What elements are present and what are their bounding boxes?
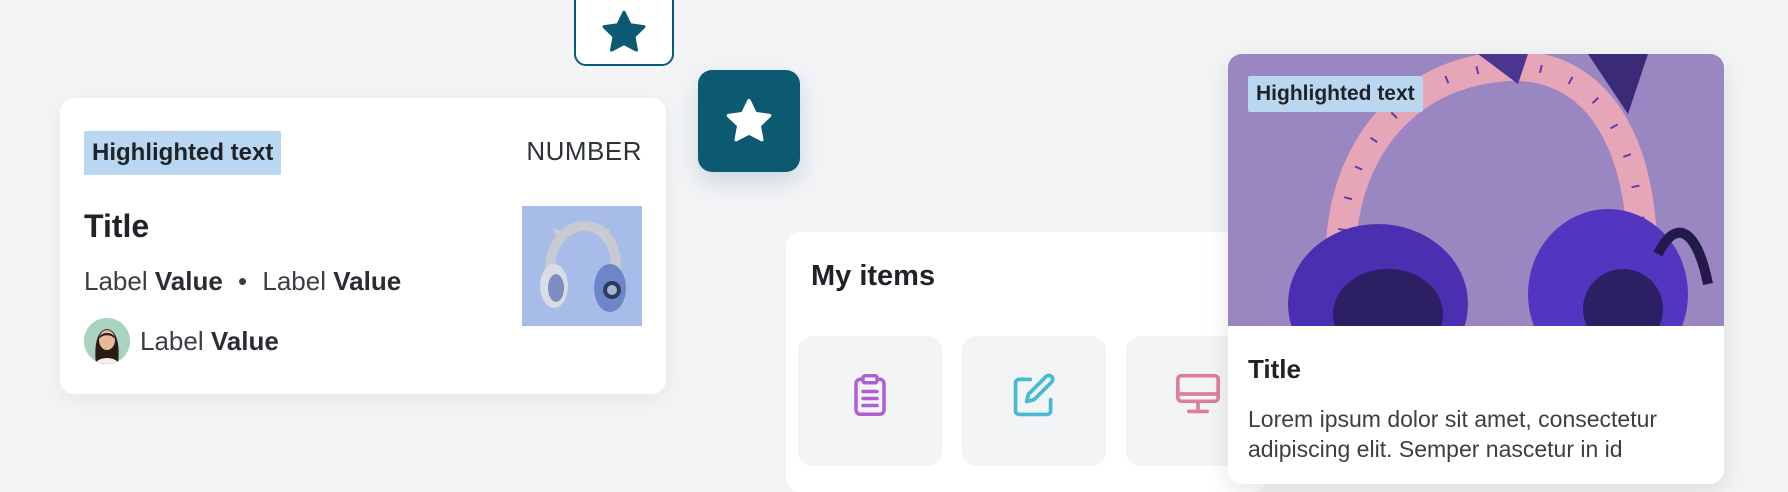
separator-dot: • [238, 266, 248, 296]
panel-title: My items [811, 260, 936, 292]
person-label: Label [140, 326, 204, 356]
star-button-filled[interactable] [698, 70, 800, 172]
clipboard-icon [854, 374, 886, 416]
meta-value: Value [333, 266, 402, 296]
highlight-tag: Highlighted text [84, 131, 282, 175]
headphones-image [522, 206, 642, 326]
meta-label: Label [262, 266, 326, 296]
meta-value: Value [154, 266, 223, 296]
star-icon [602, 10, 646, 52]
highlight-tag: Highlighted text [1248, 76, 1423, 112]
item-tile-edit[interactable] [962, 336, 1106, 466]
my-items-panel: My items [786, 232, 1270, 492]
edit-icon [1013, 373, 1055, 417]
star-icon [726, 98, 772, 142]
list-card[interactable]: Highlighted text NUMBER Title Label Valu… [60, 98, 666, 394]
number-label: NUMBER [526, 136, 642, 166]
product-card[interactable]: Highlighted text Title Lorem ipsum dolor… [1228, 54, 1724, 484]
meta-label: Label [84, 266, 148, 296]
star-button-outlined[interactable] [574, 0, 674, 66]
monitor-icon [1176, 373, 1220, 414]
card-title: Title [84, 208, 150, 244]
person-row: Label Value [140, 326, 279, 357]
avatar [84, 318, 130, 364]
product-title: Title [1248, 354, 1301, 384]
meta-row: Label Value • Label Value [84, 266, 401, 297]
product-description: Lorem ipsum dolor sit amet, consectetur … [1248, 406, 1658, 462]
item-tile-clipboard[interactable] [798, 336, 942, 466]
person-value: Value [210, 326, 279, 356]
